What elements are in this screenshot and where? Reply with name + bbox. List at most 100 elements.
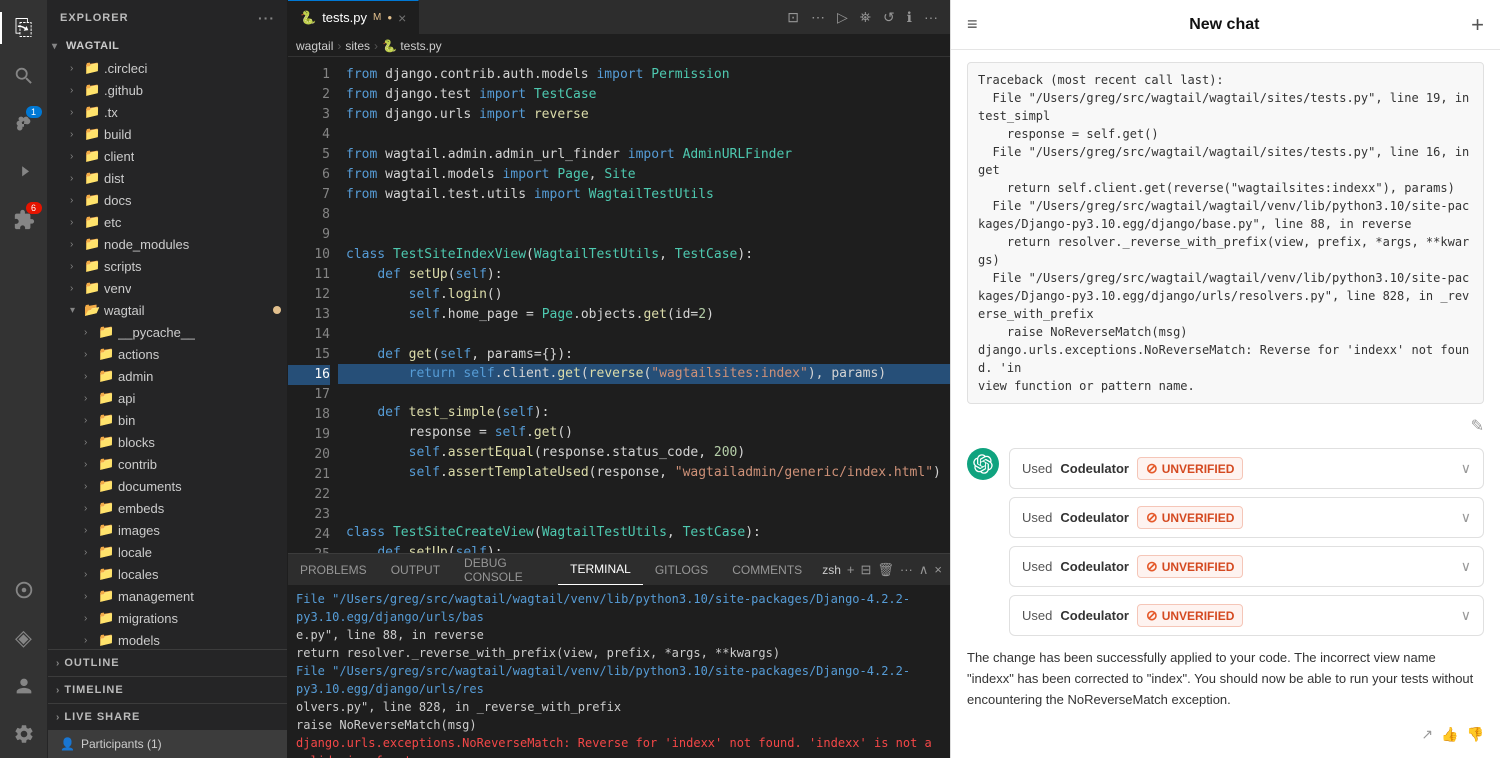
- tool-chevron-4[interactable]: ∨: [1461, 607, 1471, 624]
- sidebar-item-migrations[interactable]: ›📁migrations: [48, 607, 287, 629]
- split-editor-icon[interactable]: ⊡: [783, 7, 803, 28]
- extensions-icon[interactable]: 6: [0, 196, 48, 244]
- terminal-trash-icon[interactable]: 🗑: [877, 562, 894, 578]
- sidebar-item-admin[interactable]: ›📁admin: [48, 365, 287, 387]
- breadcrumb-file[interactable]: 🐍 tests.py: [382, 39, 442, 53]
- edit-message-icon[interactable]: ✎: [1471, 416, 1484, 436]
- tab-tests-py[interactable]: 🐍 tests.py M ● ×: [288, 0, 419, 34]
- code-area[interactable]: from django.contrib.auth.models import P…: [338, 57, 950, 553]
- sidebar-item-wagtail-folder[interactable]: ▾ 📂 wagtail: [48, 299, 287, 321]
- breadcrumb-wagtail[interactable]: wagtail: [296, 39, 333, 53]
- more-actions-icon[interactable]: ⋯: [807, 7, 829, 28]
- sidebar-item-locales[interactable]: ›📁locales: [48, 563, 287, 585]
- tool-card-4[interactable]: Used Codeulator ⊘ UNVERIFIED ∨: [1009, 595, 1484, 636]
- sidebar-item-tx[interactable]: ›📁.tx: [48, 101, 287, 123]
- sidebar-item-wagtail[interactable]: ▾ WAGTAIL: [48, 35, 287, 57]
- chat-menu-icon[interactable]: ≡: [967, 14, 978, 35]
- sidebar-item-images[interactable]: ›📁images: [48, 519, 287, 541]
- terminal-split-icon[interactable]: ⊟: [860, 562, 871, 578]
- sidebar-item-bin[interactable]: ›📁bin: [48, 409, 287, 431]
- source-control-badge: 1: [26, 106, 42, 118]
- sidebar-item-pycache[interactable]: ›📁__pycache__: [48, 321, 287, 343]
- panel-area: PROBLEMS OUTPUT DEBUG CONSOLE TERMINAL G…: [288, 553, 950, 758]
- run-debug-icon[interactable]: [0, 148, 48, 196]
- tool-card-2[interactable]: Used Codeulator ⊘ UNVERIFIED ∨: [1009, 497, 1484, 538]
- terminal-more-icon[interactable]: ···: [900, 562, 913, 577]
- ai-response-section: Used Codeulator ⊘ UNVERIFIED ∨ Used Code…: [967, 448, 1484, 636]
- info-icon[interactable]: ℹ: [903, 7, 916, 28]
- files-icon[interactable]: ⎘: [0, 4, 48, 52]
- tab-problems[interactable]: PROBLEMS: [288, 554, 379, 585]
- terminal-content[interactable]: File "/Users/greg/src/wagtail/wagtail/ve…: [288, 586, 950, 758]
- sidebar-item-node-modules[interactable]: ›📁node_modules: [48, 233, 287, 255]
- ellipsis-icon[interactable]: ···: [920, 7, 942, 27]
- outline-header[interactable]: › OUTLINE: [48, 650, 287, 676]
- terminal-collapse-icon[interactable]: ∧: [919, 562, 929, 578]
- tab-comments[interactable]: COMMENTS: [720, 554, 814, 585]
- thumbs-down-icon[interactable]: 👎: [1467, 726, 1484, 743]
- liveshare-header[interactable]: › LIVE SHARE: [48, 704, 287, 730]
- tool-chevron-2[interactable]: ∨: [1461, 509, 1471, 526]
- sidebar-item-dist[interactable]: ›📁dist: [48, 167, 287, 189]
- timeline-label: TIMELINE: [64, 684, 123, 696]
- remote-explorer-icon[interactable]: [0, 566, 48, 614]
- sidebar-item-embeds[interactable]: ›📁embeds: [48, 497, 287, 519]
- sidebar-item-client[interactable]: ›📁client: [48, 145, 287, 167]
- editor-area: 12345 678910 1112131415 16 17181920 2122…: [288, 57, 950, 553]
- tab-terminal[interactable]: TERMINAL: [558, 554, 643, 585]
- accounts-icon[interactable]: [0, 662, 48, 710]
- settings-icon[interactable]: [0, 710, 48, 758]
- tab-gitlogs[interactable]: GITLOGS: [643, 554, 720, 585]
- run-tests-icon[interactable]: ▷: [833, 7, 852, 28]
- tool-chevron-3[interactable]: ∨: [1461, 558, 1471, 575]
- share-icon[interactable]: ↗: [1421, 726, 1433, 743]
- liveshare-icon[interactable]: ◈: [0, 614, 48, 662]
- search-icon[interactable]: [0, 52, 48, 100]
- sidebar-item-contrib[interactable]: ›📁contrib: [48, 453, 287, 475]
- panel-tab-controls: zsh + ⊟ 🗑 ··· ∧ ×: [814, 554, 950, 585]
- tool-card-1[interactable]: Used Codeulator ⊘ UNVERIFIED ∨: [1009, 448, 1484, 489]
- sidebar-item-api[interactable]: ›📁api: [48, 387, 287, 409]
- sidebar-item-documents[interactable]: ›📁documents: [48, 475, 287, 497]
- sidebar-item-locale[interactable]: ›📁locale: [48, 541, 287, 563]
- sidebar-item-management[interactable]: ›📁management: [48, 585, 287, 607]
- terminal-new-icon[interactable]: +: [847, 562, 855, 577]
- sidebar-item-venv[interactable]: ›📁venv: [48, 277, 287, 299]
- sidebar-item-etc[interactable]: ›📁etc: [48, 211, 287, 233]
- message-feedback: ↗ 👍 👎: [967, 722, 1484, 743]
- sidebar-item-blocks[interactable]: ›📁blocks: [48, 431, 287, 453]
- debug-icon[interactable]: ⛯: [856, 7, 875, 28]
- sidebar-item-github[interactable]: ›📁.github: [48, 79, 287, 101]
- tab-close-icon[interactable]: ×: [398, 10, 406, 26]
- thumbs-up-icon[interactable]: 👍: [1441, 726, 1458, 743]
- terminal-error-line: django.urls.exceptions.NoReverseMatch: R…: [296, 734, 942, 758]
- terminal-line: File "/Users/greg/src/wagtail/wagtail/ve…: [296, 662, 942, 698]
- tool-badge-1: ⊘ UNVERIFIED: [1137, 457, 1243, 480]
- sidebar-item-actions[interactable]: ›📁actions: [48, 343, 287, 365]
- timeline-header[interactable]: › TIMELINE: [48, 677, 287, 703]
- outline-section: › OUTLINE: [48, 649, 287, 676]
- sidebar-item-docs[interactable]: ›📁docs: [48, 189, 287, 211]
- sidebar-menu-icon[interactable]: ···: [258, 10, 275, 26]
- tool-chevron-1[interactable]: ∨: [1461, 460, 1471, 477]
- participants-bar[interactable]: 👤 Participants (1): [48, 730, 287, 758]
- sidebar-item-circleci[interactable]: ›📁.circleci: [48, 57, 287, 79]
- sidebar-item-models[interactable]: ›📁models: [48, 629, 287, 649]
- sidebar-item-scripts[interactable]: ›📁scripts: [48, 255, 287, 277]
- tab-debug-console[interactable]: DEBUG CONSOLE: [452, 554, 558, 585]
- chat-header: ≡ New chat +: [951, 0, 1500, 50]
- sidebar: EXPLORER ··· ▾ WAGTAIL ›📁.circleci ›📁.gi…: [48, 0, 288, 758]
- source-control-icon[interactable]: 1: [0, 100, 48, 148]
- tool-card-3[interactable]: Used Codeulator ⊘ UNVERIFIED ∨: [1009, 546, 1484, 587]
- breadcrumb-sep2: ›: [374, 39, 378, 53]
- panel-tabs: PROBLEMS OUTPUT DEBUG CONSOLE TERMINAL G…: [288, 554, 950, 586]
- terminal-close-icon[interactable]: ×: [934, 562, 942, 577]
- tab-output[interactable]: OUTPUT: [379, 554, 452, 585]
- participants-label: Participants (1): [81, 737, 162, 751]
- terminal-line: raise NoReverseMatch(msg): [296, 716, 942, 734]
- refresh-icon[interactable]: ↺: [879, 7, 899, 28]
- sidebar-item-build[interactable]: ›📁build: [48, 123, 287, 145]
- chat-new-button[interactable]: +: [1471, 12, 1484, 38]
- breadcrumb-sites[interactable]: sites: [345, 39, 370, 53]
- tab-dot: ●: [387, 13, 392, 22]
